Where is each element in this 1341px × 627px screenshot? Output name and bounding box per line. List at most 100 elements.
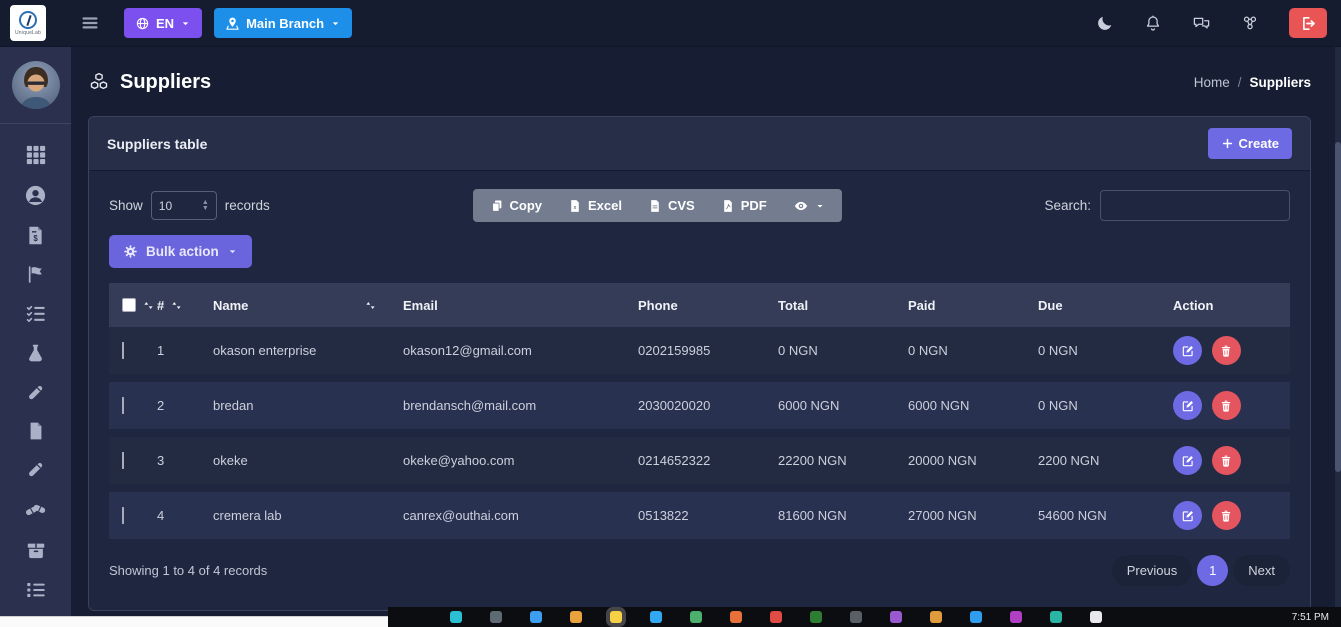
background-window (0, 616, 388, 627)
col-email-header[interactable]: Email (403, 298, 638, 313)
next-page-button[interactable]: Next (1233, 555, 1290, 586)
user-avatar[interactable] (12, 61, 60, 109)
column-visibility-button[interactable] (780, 189, 838, 222)
dock-app-slate-icon[interactable] (850, 611, 862, 623)
col-action-header: Action (1173, 298, 1290, 313)
box-icon (25, 539, 47, 561)
due-cell: 0 NGN (1038, 343, 1173, 358)
dock-app-purple-icon[interactable] (890, 611, 902, 623)
search-input[interactable] (1100, 190, 1290, 221)
sidebar-item-medicines[interactable] (24, 498, 47, 521)
edit-button[interactable] (1173, 446, 1202, 475)
scrollbar-thumb[interactable] (1335, 142, 1341, 472)
pagination: Previous 1 Next (1112, 555, 1290, 586)
table-body: 1 okason enterprise okason12@gmail.com 0… (109, 327, 1290, 539)
create-button[interactable]: Create (1208, 128, 1292, 159)
page-number-button[interactable]: 1 (1197, 555, 1228, 586)
edit-button[interactable] (1173, 501, 1202, 530)
file-csv-icon (648, 199, 662, 213)
dock-app-orangered-icon[interactable] (730, 611, 742, 623)
dock-app-teal-icon[interactable] (450, 611, 462, 623)
sidebar-item-dashboard[interactable] (25, 144, 47, 166)
sort-icon (142, 299, 155, 312)
file-excel-icon (568, 199, 582, 213)
moon-icon (1096, 14, 1114, 32)
sidebar-item-flags[interactable] (25, 264, 46, 285)
network-button[interactable] (1241, 14, 1259, 32)
dock-app-magenta-icon[interactable] (1010, 611, 1022, 623)
messages-button[interactable] (1192, 14, 1211, 33)
trash-icon (1219, 454, 1233, 468)
cubes-icon (88, 72, 110, 94)
scrollbar-track (1335, 47, 1341, 607)
edit-button[interactable] (1173, 391, 1202, 420)
pdf-button[interactable]: PDF (708, 189, 780, 222)
dock-app-orange-icon[interactable] (570, 611, 582, 623)
sidebar-item-vials[interactable] (25, 459, 46, 480)
row-checkbox[interactable] (122, 397, 124, 414)
col-select-header[interactable] (109, 298, 157, 312)
brand-name: UniqueLab (15, 30, 41, 36)
stepper-icon: ▲▼ (202, 200, 209, 212)
delete-button[interactable] (1212, 446, 1241, 475)
grid-icon (25, 144, 47, 166)
dock-app-red-icon[interactable] (770, 611, 782, 623)
dock-app-active-icon[interactable] (610, 611, 622, 623)
col-phone-header[interactable]: Phone (638, 298, 778, 313)
logout-button[interactable] (1289, 8, 1327, 38)
sidebar-item-samples[interactable] (25, 382, 46, 403)
branch-dropdown[interactable]: Main Branch (214, 8, 352, 38)
bell-icon (1144, 14, 1162, 32)
dock-app-white-icon[interactable] (1090, 611, 1102, 623)
page-title: Suppliers (88, 71, 211, 94)
col-index-header[interactable]: # (157, 298, 213, 313)
sidebar-item-lab-tests[interactable] (25, 343, 46, 364)
branch-label: Main Branch (246, 16, 324, 31)
sidebar-item-invoices[interactable] (25, 225, 46, 246)
search-control: Search: (1044, 190, 1290, 221)
dark-mode-toggle[interactable] (1096, 14, 1114, 32)
sidebar-item-lists[interactable] (25, 579, 47, 601)
col-due-header[interactable]: Due (1038, 298, 1173, 313)
col-total-header[interactable]: Total (778, 298, 908, 313)
col-name-header[interactable]: Name (213, 298, 403, 313)
breadcrumb-home-link[interactable]: Home (1194, 75, 1230, 90)
excel-button[interactable]: Excel (555, 189, 635, 222)
sidebar-item-users[interactable] (24, 184, 47, 207)
dock-app-grey-icon[interactable] (490, 611, 502, 623)
language-dropdown[interactable]: EN (124, 8, 202, 38)
chevron-down-icon (815, 201, 825, 211)
row-checkbox[interactable] (122, 452, 124, 469)
sidebar (0, 47, 71, 627)
sidebar-item-inventory[interactable] (25, 539, 47, 561)
dock-app-darkgreen-icon[interactable] (810, 611, 822, 623)
menu-toggle-button[interactable] (80, 13, 100, 33)
app-logo[interactable]: UniqueLab (10, 5, 46, 41)
previous-page-button[interactable]: Previous (1112, 555, 1193, 586)
notifications-button[interactable] (1144, 14, 1162, 32)
sidebar-item-reports[interactable] (26, 421, 46, 441)
bulk-action-dropdown[interactable]: Bulk action (109, 235, 252, 268)
edit-button[interactable] (1173, 336, 1202, 365)
copy-button[interactable]: Copy (477, 189, 556, 222)
col-paid-header[interactable]: Paid (908, 298, 1038, 313)
dock-app-skyblue-icon[interactable] (970, 611, 982, 623)
select-all-checkbox[interactable] (122, 298, 136, 312)
sidebar-item-tasks[interactable] (25, 303, 47, 325)
dock-app-amber-icon[interactable] (930, 611, 942, 623)
test-tube-icon (25, 382, 46, 403)
csv-button[interactable]: CVS (635, 189, 708, 222)
invoice-dollar-icon (25, 225, 46, 246)
row-checkbox[interactable] (122, 342, 124, 359)
chevron-down-icon (180, 18, 191, 29)
row-checkbox[interactable] (122, 507, 124, 524)
breadcrumb-current: Suppliers (1249, 75, 1311, 90)
page-size-select[interactable]: 10 ▲▼ (151, 191, 217, 220)
delete-button[interactable] (1212, 501, 1241, 530)
dock-app-blue-icon[interactable] (530, 611, 542, 623)
delete-button[interactable] (1212, 391, 1241, 420)
delete-button[interactable] (1212, 336, 1241, 365)
dock-app-drop-icon[interactable] (650, 611, 662, 623)
dock-app-green-icon[interactable] (690, 611, 702, 623)
dock-app-cyan-icon[interactable] (1050, 611, 1062, 623)
